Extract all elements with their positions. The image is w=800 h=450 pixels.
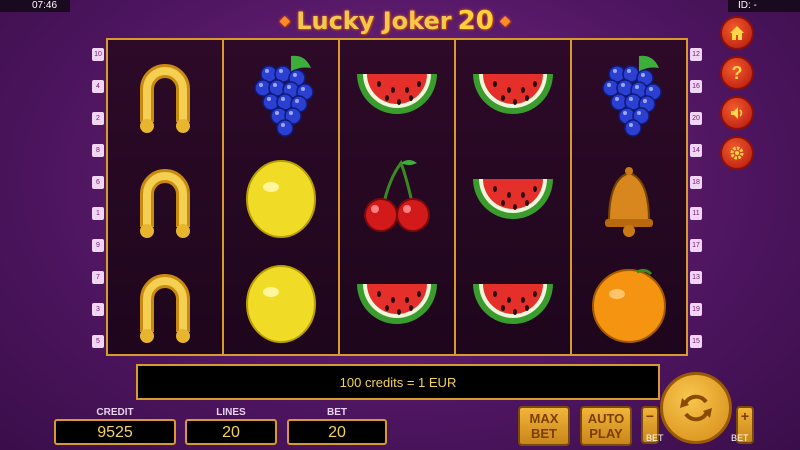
auto-play-line2: PLAY — [589, 426, 623, 441]
auto-play-button[interactable]: AUTO PLAY — [580, 406, 632, 446]
spin-icon — [680, 394, 712, 422]
cherries-symbol — [340, 145, 454, 250]
lemon-symbol — [224, 249, 338, 354]
payline-marker: 1 — [92, 207, 104, 221]
watermelon-symbol — [456, 249, 570, 354]
payline-marker: 8 — [92, 143, 104, 157]
spin-button[interactable] — [660, 372, 732, 444]
watermelon-symbol — [340, 249, 454, 354]
credit-panel: CREDIT 9525 — [54, 407, 176, 445]
payline-marker: 20 — [690, 111, 702, 125]
cherries-icon — [364, 159, 430, 232]
home-icon — [730, 26, 744, 40]
game-title: ◆ Lucky Joker 20 ◆ — [240, 6, 550, 36]
bell-symbol — [572, 145, 686, 250]
lines-label: LINES — [216, 407, 246, 418]
payline-marker: 19 — [690, 303, 702, 316]
reel-2 — [224, 40, 340, 354]
clock: 07:46 — [0, 0, 70, 12]
payline-marker: 6 — [92, 175, 104, 189]
reel-1 — [108, 40, 224, 354]
home-button[interactable] — [720, 16, 754, 50]
sound-button[interactable] — [720, 96, 754, 130]
bet-value: 20 — [287, 419, 387, 445]
title-ornament-left: ◆ — [279, 13, 291, 29]
payline-markers-right: 12 16 20 14 18 11 17 13 19 15 — [690, 48, 702, 348]
grapes-icon — [602, 56, 662, 138]
sound-icon — [731, 107, 743, 119]
payline-marker: 13 — [690, 271, 702, 285]
watermelon-symbol — [456, 145, 570, 250]
help-button[interactable]: ? — [720, 56, 754, 90]
horseshoe-symbol — [108, 249, 222, 354]
payline-marker: 16 — [690, 79, 702, 93]
reel-4 — [456, 40, 572, 354]
id-label: ID: - — [728, 0, 800, 12]
settings-button[interactable] — [720, 136, 754, 170]
payline-marker: 9 — [92, 239, 104, 253]
watermelon-icon — [473, 283, 553, 324]
bell-icon — [605, 167, 653, 237]
bet-increase-label: BET — [731, 433, 749, 443]
lemon-icon — [246, 160, 316, 238]
payline-marker: 17 — [690, 239, 702, 253]
grapes-icon — [254, 56, 314, 138]
bet-label: BET — [327, 407, 347, 418]
max-bet-line2: BET — [531, 426, 557, 441]
payline-marker: 10 — [92, 48, 104, 61]
grapes-symbol — [572, 40, 686, 145]
payline-marker: 15 — [690, 334, 702, 348]
minus-icon: − — [645, 408, 655, 424]
watermelon-icon — [357, 283, 437, 324]
max-bet-line1: MAX — [529, 411, 559, 426]
max-bet-button[interactable]: MAX BET — [518, 406, 570, 446]
reels-area — [106, 38, 688, 356]
lemon-symbol — [224, 145, 338, 250]
payline-markers-left: 10 4 2 8 6 1 9 7 3 5 — [92, 48, 104, 348]
plus-icon: + — [740, 408, 750, 424]
bet-panel: BET 20 — [287, 407, 387, 445]
payline-marker: 4 — [92, 79, 104, 93]
settings-icon — [730, 146, 744, 160]
lines-value: 20 — [185, 419, 277, 445]
horseshoe-symbol — [108, 145, 222, 250]
payline-marker: 5 — [92, 334, 104, 348]
credit-label: CREDIT — [96, 407, 134, 418]
watermelon-icon — [473, 179, 553, 219]
auto-play-line1: AUTO — [587, 411, 625, 426]
payline-marker: 14 — [690, 143, 702, 157]
watermelon-icon — [473, 74, 553, 115]
horseshoe-icon — [140, 64, 190, 134]
title-text: Lucky Joker — [296, 7, 452, 35]
orange-icon — [592, 268, 666, 343]
horseshoe-symbol — [108, 40, 222, 145]
bet-decrease-label: BET — [646, 433, 664, 443]
lines-panel: LINES 20 — [185, 407, 277, 445]
watermelon-symbol — [456, 40, 570, 145]
reel-3 — [340, 40, 456, 354]
watermelon-icon — [357, 74, 437, 115]
payline-marker: 2 — [92, 111, 104, 125]
payline-marker: 7 — [92, 271, 104, 285]
orange-symbol — [572, 249, 686, 354]
watermelon-symbol — [340, 40, 454, 145]
title-number: 20 — [457, 6, 494, 36]
grapes-symbol — [224, 40, 338, 145]
title-ornament-right: ◆ — [499, 13, 511, 29]
payline-marker: 18 — [690, 175, 702, 189]
help-icon: ? — [731, 62, 743, 83]
payline-marker: 3 — [92, 303, 104, 316]
credit-value: 9525 — [54, 419, 176, 445]
reel-5 — [572, 40, 686, 354]
info-message: 100 credits = 1 EUR — [136, 364, 660, 400]
lemon-icon — [246, 264, 316, 343]
payline-marker: 11 — [690, 207, 702, 221]
payline-marker: 12 — [690, 48, 702, 61]
horseshoe-icon — [140, 273, 190, 343]
horseshoe-icon — [140, 169, 190, 238]
